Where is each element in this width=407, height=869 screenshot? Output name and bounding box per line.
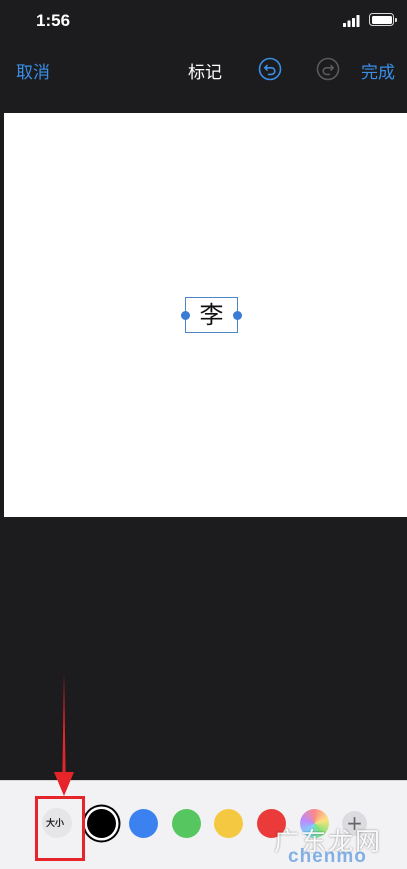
cancel-button[interactable]: 取消 bbox=[16, 58, 50, 83]
color-green-swatch[interactable] bbox=[172, 809, 201, 838]
red-arrow-annotation bbox=[54, 672, 74, 796]
markup-nav-bar: 取消 标记 完成 bbox=[0, 44, 407, 94]
cellular-signal-icon bbox=[343, 15, 360, 27]
color-blue-swatch[interactable] bbox=[129, 809, 158, 838]
red-highlight-box bbox=[35, 796, 85, 861]
status-time: 1:56 bbox=[36, 11, 71, 30]
left-resize-handle[interactable] bbox=[181, 311, 190, 320]
right-resize-handle[interactable] bbox=[233, 311, 242, 320]
battery-icon bbox=[369, 13, 397, 26]
text-annotation[interactable]: 李 bbox=[186, 298, 237, 332]
color-yellow-swatch[interactable] bbox=[214, 809, 243, 838]
undo-icon[interactable] bbox=[258, 57, 282, 81]
text-annotation-box[interactable]: 李 bbox=[181, 297, 242, 333]
redo-icon[interactable] bbox=[316, 57, 340, 81]
done-button[interactable]: 完成 bbox=[361, 58, 395, 83]
watermark-logo-text: chenmo bbox=[288, 846, 367, 867]
status-bar: 1:56 bbox=[0, 0, 407, 44]
color-black-swatch[interactable] bbox=[87, 809, 116, 838]
image-canvas[interactable]: 李 bbox=[4, 113, 407, 517]
page-title: 标记 bbox=[188, 63, 222, 83]
